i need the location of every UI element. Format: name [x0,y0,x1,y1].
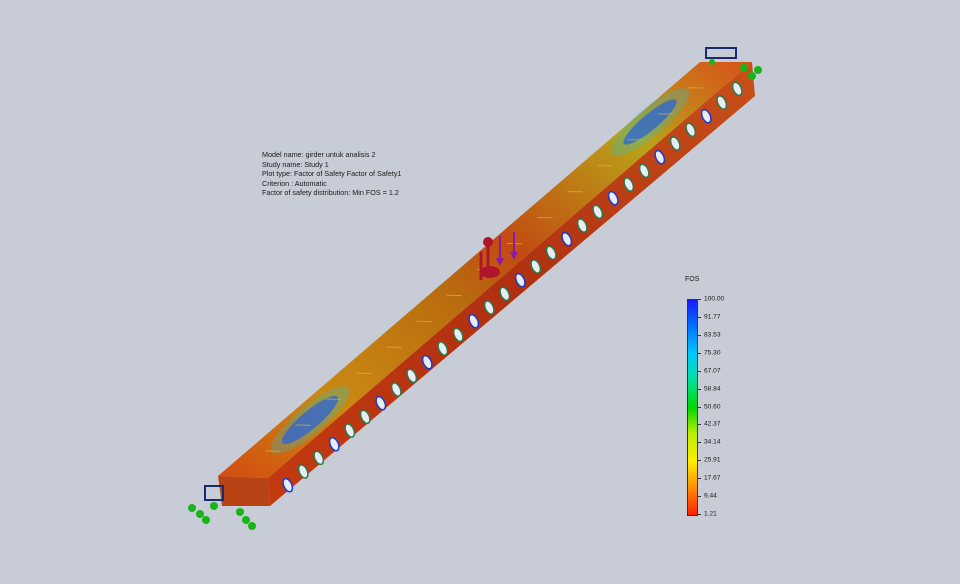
legend-tick-label: 91.77 [704,313,721,321]
girder-model[interactable] [218,62,755,506]
legend-tick-mark [697,460,701,462]
flange-stiffener-line [295,424,311,426]
legend-tick-label: 42.37 [704,420,721,428]
legend-tick-mark [697,424,701,426]
legend-tick-mark [697,478,701,480]
legend-title: FOS [685,276,700,283]
legend-tick-label: 34.14 [704,438,721,446]
model-name-text: Model name: girder untuk analisis 2 [262,150,376,159]
legend-tick-mark [697,299,701,300]
legend-tick-mark [697,334,701,336]
fea-viewport[interactable] [0,0,960,584]
legend-tick-mark [697,316,701,318]
study-name-text: Study name: Study 1 [262,159,329,169]
flange-stiffener-line [265,450,281,452]
legend-tick-label: 9.44 [704,492,717,500]
criterion-text: Criterion : Automatic [262,178,327,188]
legend-tick-label: 58.84 [704,385,721,393]
legend-tick-mark [697,406,701,408]
legend-tick-label: 1.21 [704,510,717,518]
legend-tick-mark [697,370,701,372]
plot-type-text: Plot type: Factor of Safety Factor of Sa… [262,169,402,178]
legend-tick-label: 25.91 [704,456,721,464]
legend-tick-mark [697,352,701,354]
legend-tick-mark [697,442,701,444]
legend-tick-label: 67.07 [704,367,721,375]
legend-tick-label: 83.53 [704,331,721,339]
legend-color-bar [687,299,698,516]
girder-end-plate-front [218,476,270,506]
fos-distribution-text: Factor of safety distribution: Min FOS =… [262,188,399,197]
legend-tick-mark [697,496,701,498]
legend-tick-mark [697,388,701,390]
legend-tick-label: 75.30 [704,349,721,357]
legend-tick-label: 100.00 [704,295,725,303]
model-info-panel: Model name: girder untuk analisis 2 Stud… [262,150,401,198]
legend-tick-label: 50.60 [704,403,721,410]
fos-legend[interactable]: FOS 100.00 91.77 83.53 75.30 67.07 58.84 50.60… [680,276,740,521]
legend-tick-mark [697,514,701,515]
legend-tick-label: 17.67 [704,474,721,482]
